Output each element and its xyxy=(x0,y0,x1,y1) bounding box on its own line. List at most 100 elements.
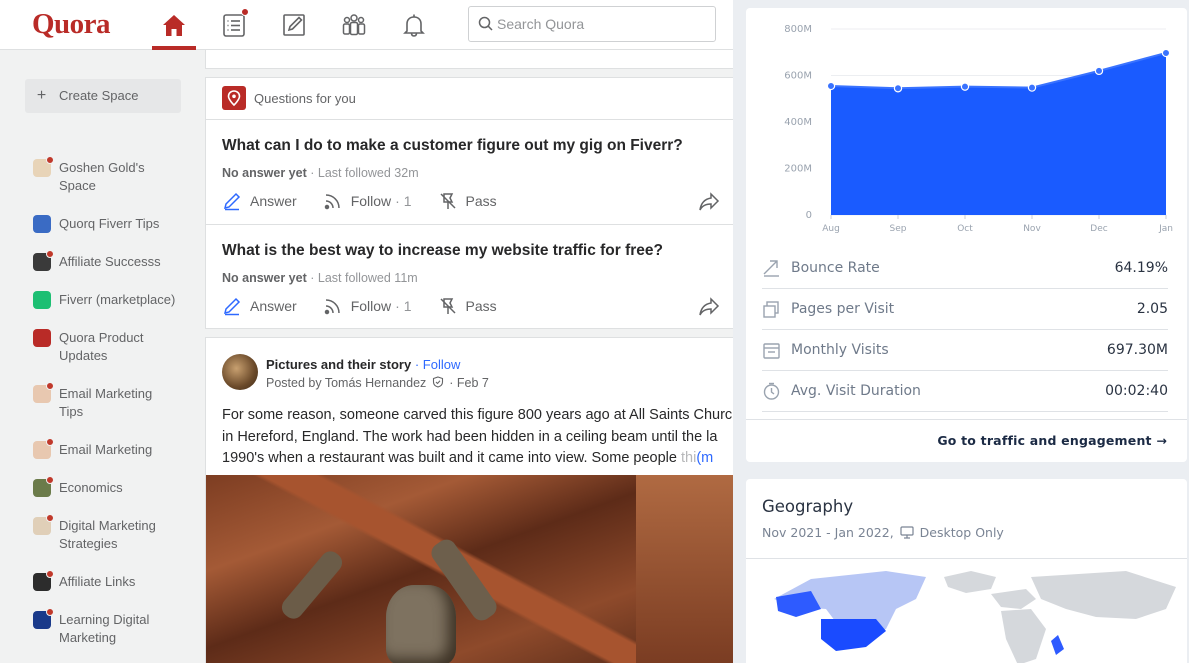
space-icon xyxy=(33,156,54,177)
space-icon xyxy=(33,608,54,629)
usa-region[interactable] xyxy=(821,619,886,651)
sidebar-space-item[interactable]: Quora Product Updates xyxy=(25,329,152,365)
post-fade-text: thi xyxy=(680,450,697,466)
spaces-sidebar: + Create Space Goshen Gold's Space Quorq F… xyxy=(25,79,185,645)
post-body[interactable]: For some reason, someone carved this fig… xyxy=(222,405,733,470)
space-label: Affiliate Successs xyxy=(59,254,161,269)
metric-row: Monthly Visits 697.30M xyxy=(762,330,1168,371)
y-tick-label: 200M xyxy=(784,164,812,175)
rss-icon xyxy=(324,299,340,315)
traffic-card: 0 200M 400M 600M 800M Aug Sep Oct Nov Dec Jan Boun… xyxy=(746,8,1187,462)
answer-list-icon[interactable] xyxy=(219,8,249,40)
post-image[interactable] xyxy=(206,475,733,663)
question-title[interactable]: What can I do to make a customer figure … xyxy=(222,137,683,155)
data-point[interactable] xyxy=(960,82,970,91)
share-icon[interactable] xyxy=(698,192,720,212)
image-figure-arm xyxy=(277,547,347,623)
sidebar-space-item[interactable]: Quorq Fiverr Tips xyxy=(25,215,167,233)
unread-dot xyxy=(46,382,54,390)
posted-by[interactable]: Posted by Tomás Hernandez xyxy=(266,376,426,390)
metric-value: 00:02:40 xyxy=(1105,383,1168,399)
calendar-icon xyxy=(763,342,780,359)
metric-label: Avg. Visit Duration xyxy=(791,383,921,399)
y-tick-label: 0 xyxy=(806,210,812,221)
pass-button[interactable]: Pass xyxy=(438,191,497,211)
geography-title: Geography xyxy=(762,497,854,516)
question-actions: Answer Follow · 1 Pass xyxy=(222,191,523,211)
x-tick-label: Jan xyxy=(1158,224,1173,234)
post-line: 1990's when a restaurant was built and i… xyxy=(222,448,733,470)
space-avatar[interactable] xyxy=(222,354,258,390)
europe-region[interactable] xyxy=(991,589,1036,609)
rss-icon xyxy=(324,194,340,210)
metric-label: Pages per Visit xyxy=(791,301,895,317)
main-feed: Questions for you What can I do to make … xyxy=(205,50,733,663)
space-label: Fiverr (marketplace) xyxy=(59,292,176,307)
data-point[interactable] xyxy=(1161,48,1171,58)
asia-region[interactable] xyxy=(1031,571,1176,619)
metric-value: 697.30M xyxy=(1106,342,1168,358)
sidebar-space-item[interactable]: Affiliate Links xyxy=(25,570,143,591)
traffic-engagement-link[interactable]: Go to traffic and engagement → xyxy=(937,433,1167,448)
more-link[interactable]: (m xyxy=(696,450,713,466)
search-box[interactable] xyxy=(468,6,716,42)
pass-label: Pass xyxy=(465,298,497,314)
home-icon[interactable] xyxy=(159,10,189,40)
answer-button[interactable]: Answer xyxy=(222,296,297,316)
space-icon xyxy=(33,438,54,459)
quora-logo[interactable]: Quora xyxy=(32,8,111,41)
metric-label: Bounce Rate xyxy=(791,260,880,276)
sidebar-space-item[interactable]: Affiliate Successs xyxy=(25,250,169,271)
geography-subtitle: Nov 2021 - Jan 2022, Desktop Only xyxy=(762,525,1004,540)
create-space-button[interactable]: + Create Space xyxy=(25,79,181,113)
share-icon[interactable] xyxy=(698,297,720,317)
sidebar-space-item[interactable]: Economics xyxy=(25,476,131,497)
pen-icon[interactable] xyxy=(279,10,309,40)
world-map[interactable] xyxy=(766,569,1186,663)
data-point[interactable] xyxy=(1027,83,1037,92)
unread-dot xyxy=(46,438,54,446)
image-figure-head xyxy=(386,585,456,663)
post-date[interactable]: · Feb 7 xyxy=(449,376,489,390)
space-icon xyxy=(33,476,54,497)
question-meta: No answer yet · Last followed 32m xyxy=(222,166,419,180)
metric-label: Monthly Visits xyxy=(791,342,889,358)
device-filter: Desktop Only xyxy=(919,525,1004,540)
metric-value: 2.05 xyxy=(1136,301,1168,317)
space-name[interactable]: Pictures and their story xyxy=(266,357,411,372)
unread-dot xyxy=(46,608,54,616)
data-point[interactable] xyxy=(1094,66,1104,76)
follow-button[interactable]: Follow · 1 xyxy=(323,191,412,211)
answer-button[interactable]: Answer xyxy=(222,191,297,211)
post-space-line: Pictures and their story · Follow xyxy=(266,357,460,372)
sidebar-space-item[interactable]: Digital Marketing Strategies xyxy=(25,514,164,553)
follow-space-link[interactable]: · Follow xyxy=(411,357,461,372)
africa-region[interactable] xyxy=(1001,609,1046,663)
pass-button[interactable]: Pass xyxy=(438,296,497,316)
india-marker-region[interactable] xyxy=(1051,635,1064,655)
sidebar-space-item[interactable]: Fiverr (marketplace) xyxy=(25,291,183,309)
space-icon xyxy=(33,382,54,403)
post-header: Pictures and their story · Follow Posted… xyxy=(206,338,733,400)
space-label: Goshen Gold's Space xyxy=(59,160,145,193)
metric-row: Avg. Visit Duration 00:02:40 xyxy=(762,371,1168,412)
spaces-icon[interactable] xyxy=(339,10,369,40)
search-icon xyxy=(478,16,493,31)
sidebar-space-item[interactable]: Learning Digital Marketing xyxy=(25,608,157,647)
x-tick-label: Sep xyxy=(890,224,907,234)
sidebar-space-item[interactable]: Email Marketing xyxy=(25,438,160,459)
search-input[interactable] xyxy=(497,7,707,41)
traffic-link-row: Go to traffic and engagement → xyxy=(746,419,1187,462)
question-actions: Answer Follow · 1 Pass xyxy=(222,296,523,316)
traffic-panel: 0 200M 400M 600M 800M Aug Sep Oct Nov Dec Jan Boun… xyxy=(733,0,1189,663)
bell-icon[interactable] xyxy=(399,10,429,40)
sidebar-space-item[interactable]: Goshen Gold's Space xyxy=(25,156,153,195)
unread-dot xyxy=(46,476,54,484)
sidebar-space-item[interactable]: Email Marketing Tips xyxy=(25,382,160,421)
question-title[interactable]: What is the best way to increase my webs… xyxy=(222,242,663,260)
unread-dot xyxy=(46,156,54,164)
follow-button[interactable]: Follow · 1 xyxy=(323,296,412,316)
data-point[interactable] xyxy=(826,81,836,91)
pages-icon xyxy=(763,300,779,318)
data-point[interactable] xyxy=(893,84,903,93)
